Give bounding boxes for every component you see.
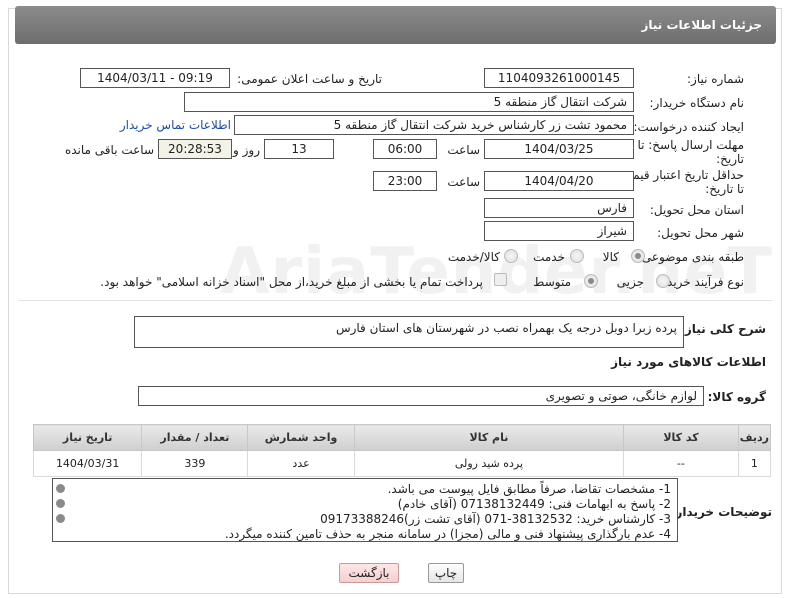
back-button[interactable]: بازگشت: [339, 563, 399, 583]
category-goods-radio[interactable]: [631, 249, 645, 263]
creator-field: محمود تشت زر کارشناس خرید شرکت انتقال گا…: [234, 115, 634, 135]
category-label: طبقه بندی موضوعی:: [637, 250, 744, 264]
cell-date: 1404/03/31: [32, 450, 143, 477]
buyer-org-label: نام دستگاه خریدار:: [649, 96, 745, 110]
cell-code: --: [623, 450, 739, 477]
items-table: ردیف کد کالا نام کالا واحد شمارش تعداد /…: [32, 424, 772, 477]
process-minor-radio[interactable]: [656, 274, 670, 288]
col-name-header: نام کالا: [353, 424, 625, 451]
process-label: نوع فرآیند خرید :: [659, 275, 744, 289]
notes-line: 2- پاسخ به ابهامات فنی: 07138132449 (آقا…: [397, 497, 671, 511]
province-label: استان محل تحویل:: [649, 203, 744, 217]
deadline-time-field: 06:00: [373, 139, 437, 159]
notes-scrollbar[interactable]: [56, 484, 66, 540]
cell-name: پرده شید رولی: [353, 450, 625, 477]
buyer-notes-label: توضیحات خریدار:: [670, 505, 772, 519]
creator-label: ایجاد کننده درخواست:: [633, 120, 744, 134]
category-service-radio[interactable]: [570, 249, 584, 263]
divider: [18, 300, 772, 301]
validity-date-field: 1404/04/20: [484, 171, 634, 191]
city-field: شیراز: [484, 221, 634, 241]
buyer-notes-box[interactable]: 1- مشخصات تقاضا، صرفاً مطابق فایل پیوست …: [52, 478, 678, 542]
notes-line: 4- عدم بارگذاری پیشنهاد فنی و مالی (مجزا…: [224, 527, 671, 541]
buyer-org-field: شرکت انتقال گاز منطقه 5: [184, 92, 634, 112]
summary-label: شرح کلی نیاز:: [680, 322, 766, 336]
col-qty-header: تعداد / مقدار: [141, 424, 249, 451]
validity-label-date: تا تاریخ:: [705, 182, 744, 196]
deadline-date-field: 1404/03/25: [484, 139, 634, 159]
validity-label: حداقل تاریخ اعتبار قیمت:: [617, 168, 744, 182]
process-medium-label: متوسط: [533, 275, 571, 289]
cell-qty: 339: [141, 450, 249, 477]
category-goods-label: کالا: [602, 250, 619, 264]
deadline-label-date: تاریخ:: [716, 152, 744, 166]
remaining-time-field: 20:28:53: [158, 139, 232, 159]
days-remaining-field: 13: [264, 139, 334, 159]
treasury-payment-checkbox[interactable]: [494, 273, 507, 286]
page-title: جزئیات اطلاعات نیاز: [641, 18, 762, 32]
cell-row: 1: [737, 450, 772, 477]
col-unit-header: واحد شمارش: [247, 424, 355, 451]
deadline-time-label: ساعت: [447, 143, 480, 157]
announce-field: 1404/03/11 - 09:19: [80, 68, 230, 88]
city-label: شهر محل تحویل:: [657, 226, 744, 240]
col-code-header: کد کالا: [623, 424, 739, 451]
scroll-up-dot-icon[interactable]: [56, 484, 65, 493]
category-both-label: کالا/خدمت: [447, 250, 500, 264]
print-button[interactable]: چاپ: [428, 563, 464, 583]
table-header-row: ردیف کد کالا نام کالا واحد شمارش تعداد /…: [32, 424, 772, 451]
goods-group-field: لوازم خانگی، صوتی و تصویری: [138, 386, 704, 406]
need-number-field: 1104093261000145: [484, 68, 634, 88]
scroll-thumb-dot-icon[interactable]: [56, 499, 65, 508]
process-medium-radio[interactable]: [584, 274, 598, 288]
scroll-down-dot-icon[interactable]: [56, 514, 65, 523]
category-both-radio[interactable]: [504, 249, 518, 263]
col-row-header: ردیف: [737, 424, 772, 451]
col-date-header: تاریخ نیاز: [32, 424, 143, 451]
need-number-label: شماره نیاز:: [687, 72, 744, 86]
category-service-label: خدمت: [533, 250, 565, 264]
notes-line: 3- کارشناس خرید: 38132532-071 (آقای تشت …: [320, 512, 671, 526]
validity-time-label: ساعت: [447, 175, 480, 189]
page-header: جزئیات اطلاعات نیاز: [15, 6, 776, 44]
remaining-time-label: ساعت باقی مانده: [64, 143, 154, 157]
summary-field: پرده زبرا دوبل درجه یک بهمراه نصب در شهر…: [134, 316, 684, 348]
days-label: روز و: [233, 143, 260, 157]
validity-time-field: 23:00: [373, 171, 437, 191]
deadline-label: مهلت ارسال پاسخ: تا: [637, 138, 744, 152]
table-row: 1 -- پرده شید رولی عدد 339 1404/03/31: [32, 450, 772, 477]
goods-group-label: گروه کالا:: [707, 390, 766, 404]
announce-label: تاریخ و ساعت اعلان عمومی:: [237, 72, 382, 86]
province-field: فارس: [484, 198, 634, 218]
goods-info-title: اطلاعات کالاهای مورد نیاز: [611, 355, 766, 369]
treasury-payment-text: پرداخت تمام یا بخشی از مبلغ خرید،از محل …: [100, 275, 483, 289]
buyer-contact-link[interactable]: اطلاعات تماس خریدار: [120, 118, 231, 132]
process-minor-label: جزیی: [616, 275, 644, 289]
notes-line: 1- مشخصات تقاضا، صرفاً مطابق فایل پیوست …: [387, 482, 671, 496]
cell-unit: عدد: [247, 450, 355, 477]
